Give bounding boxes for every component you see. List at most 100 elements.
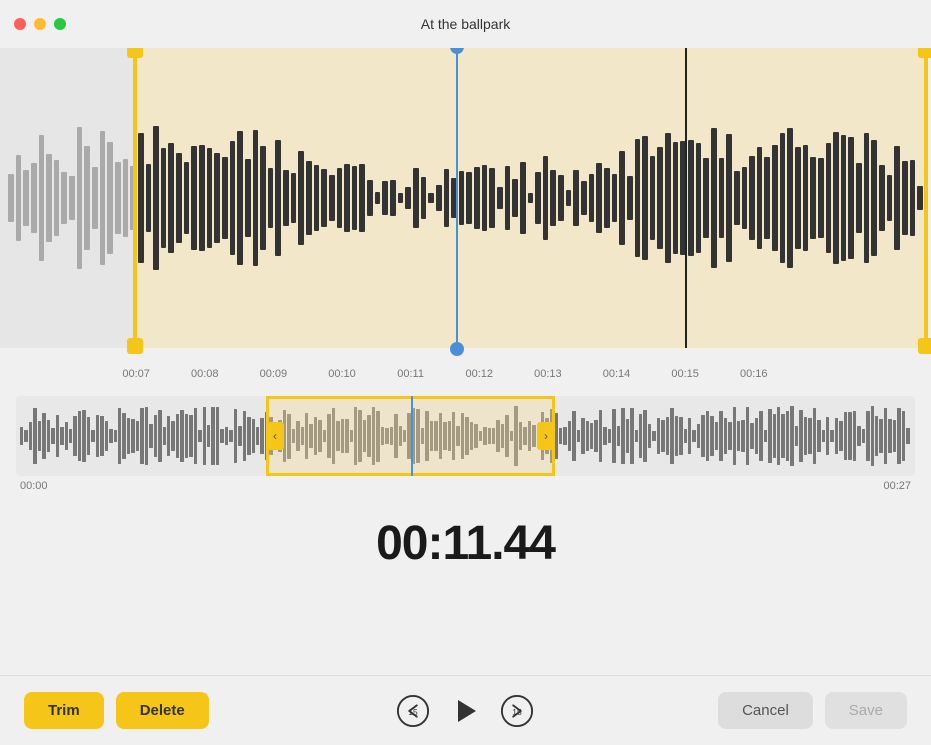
- waveform-bar: [856, 163, 862, 232]
- overview-bar: [456, 426, 459, 446]
- play-button[interactable]: [450, 696, 480, 726]
- overview-bar: [804, 417, 807, 455]
- overview-bar: [741, 420, 744, 452]
- trim-button[interactable]: Trim: [24, 692, 104, 729]
- overview-bar: [140, 408, 143, 463]
- overview-bar: [448, 421, 451, 451]
- overview-bar: [278, 420, 281, 451]
- bottom-controls: Trim Delete 15 15 Cancel: [0, 675, 931, 745]
- delete-button[interactable]: Delete: [116, 692, 209, 729]
- maximize-button[interactable]: [54, 18, 66, 30]
- waveform-bar: [428, 193, 434, 203]
- waveform-bar: [894, 146, 900, 249]
- waveform-bar: [841, 135, 847, 262]
- overview-bar: [118, 408, 121, 464]
- overview-bar: [154, 415, 157, 457]
- overview-bar: [617, 426, 620, 446]
- overview-bar: [839, 421, 842, 452]
- trim-handle-left[interactable]: [133, 48, 137, 348]
- waveform-bar: [16, 155, 22, 240]
- overview-bar: [376, 411, 379, 462]
- overview-bar: [207, 425, 210, 446]
- waveform-bar: [176, 153, 182, 243]
- overview-bar: [875, 416, 878, 457]
- waveform-bar: [489, 168, 495, 228]
- playhead[interactable]: [456, 48, 458, 348]
- waveform-bar: [772, 145, 778, 252]
- overview-bar: [652, 431, 655, 442]
- overview-bar: [163, 427, 166, 446]
- overview-bar: [60, 427, 63, 446]
- overview-bar: [336, 421, 339, 451]
- time-display: 00:11.44: [0, 496, 931, 581]
- overview-bar: [122, 413, 125, 458]
- overview-bar: [211, 407, 214, 465]
- overview-bar: [87, 417, 90, 455]
- waveform-bar: [61, 172, 67, 223]
- overview-bar: [425, 411, 428, 461]
- overview-bar: [853, 411, 856, 460]
- waveform-bar: [604, 168, 610, 229]
- timecode-label: 00:07: [122, 368, 150, 380]
- overview-bar: [318, 420, 321, 453]
- overview-bar: [109, 429, 112, 443]
- waveform-bar: [382, 181, 388, 214]
- waveform-bar: [833, 132, 839, 265]
- overview-times: 00:00 00:27: [8, 476, 923, 496]
- right-controls: Cancel Save: [613, 692, 907, 729]
- overview-container[interactable]: ‹ ›: [16, 396, 915, 476]
- cancel-button[interactable]: Cancel: [718, 692, 813, 729]
- overview-bar: [790, 406, 793, 466]
- overview-bar: [65, 422, 68, 449]
- trim-handle-right[interactable]: [924, 48, 928, 348]
- overview-playhead: [411, 396, 413, 476]
- waveform-bar: [749, 156, 755, 241]
- waveform-bar: [711, 128, 717, 268]
- minimize-button[interactable]: [34, 18, 46, 30]
- overview-bar: [488, 428, 491, 444]
- skip-back-button[interactable]: 15: [396, 694, 430, 728]
- overview-bar: [697, 424, 700, 448]
- waveform-bar: [780, 133, 786, 263]
- waveform-bar: [107, 142, 113, 253]
- waveform-bar: [871, 140, 877, 256]
- timecode-label: 00:09: [260, 368, 288, 380]
- overview-bar: [492, 428, 495, 445]
- overview-bar: [274, 426, 277, 446]
- skip-forward-button[interactable]: 15: [500, 694, 534, 728]
- waveform-canvas[interactable]: [0, 48, 931, 348]
- close-button[interactable]: [14, 18, 26, 30]
- waveform-bar: [115, 162, 121, 234]
- overview-bar: [114, 430, 117, 442]
- waveform-bar: [619, 151, 625, 245]
- waveform-bar: [31, 163, 37, 232]
- overview-bar: [198, 430, 201, 441]
- center-controls: 15 15: [318, 694, 612, 728]
- waveform-bar: [413, 168, 419, 228]
- overview-bar: [608, 429, 611, 443]
- overview-bar: [309, 424, 312, 448]
- overview-bar: [367, 415, 370, 457]
- overview-bar: [532, 425, 535, 447]
- title-bar: At the ballpark: [0, 0, 931, 48]
- waveform-bar: [726, 134, 732, 261]
- waveform-bar: [153, 126, 159, 271]
- overview-bar: [684, 429, 687, 443]
- overview-bar: [470, 422, 473, 451]
- save-button[interactable]: Save: [825, 692, 907, 729]
- overview-bar: [149, 424, 152, 448]
- skip-back-icon: 15: [396, 694, 430, 728]
- waveform-container[interactable]: 00:0700:0800:0900:1000:1100:1200:1300:14…: [0, 48, 931, 388]
- chapter-marker: [685, 48, 687, 348]
- overview-bar: [439, 413, 442, 458]
- overview-bar: [750, 423, 753, 449]
- overview-bar: [461, 413, 464, 458]
- overview-bar: [822, 430, 825, 443]
- waveform-bar: [352, 166, 358, 230]
- waveform-bar: [810, 157, 816, 239]
- waveform-bar: [207, 148, 213, 248]
- overview-bar: [131, 419, 134, 452]
- overview-bar: [786, 411, 789, 460]
- overview-bar: [185, 414, 188, 458]
- waveform-bar: [757, 147, 763, 248]
